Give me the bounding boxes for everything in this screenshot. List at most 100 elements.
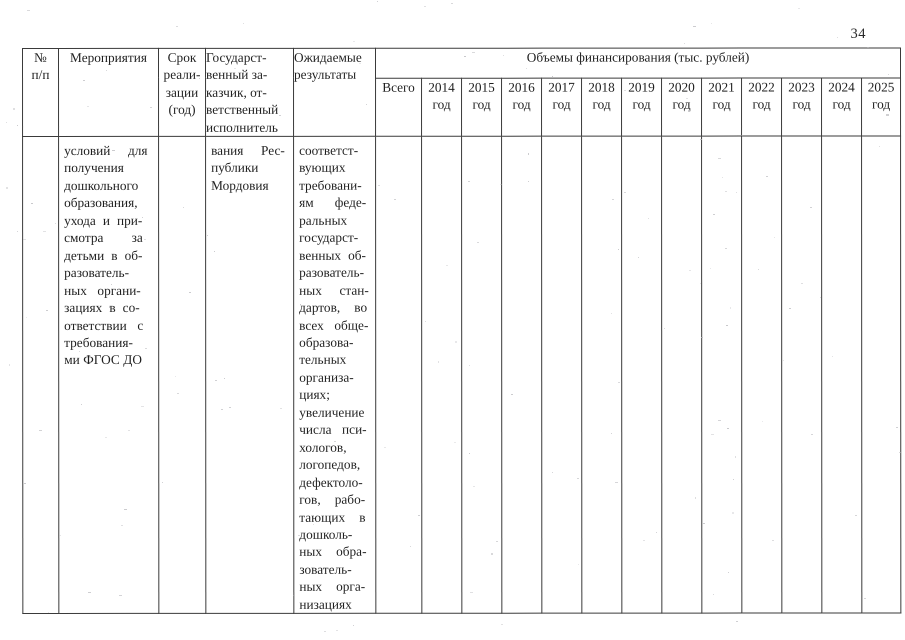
cell-year-2018: [581, 136, 622, 614]
header-year-2022-number: 2022: [748, 79, 775, 95]
text-line: циях;: [299, 387, 330, 403]
header-term-line4: (год): [168, 102, 196, 118]
text-line: ных стан-: [299, 282, 369, 298]
text-line: организа-: [299, 369, 354, 385]
text-line: Мордовия: [211, 177, 269, 193]
header-year-2025-number: 2025: [867, 79, 895, 95]
text-line: смотра за: [64, 230, 143, 246]
header-year-2021: 2021 год: [701, 77, 742, 137]
scan-speckle: [324, 631, 326, 632]
text-line: зациях в со-: [64, 300, 140, 316]
cell-customer: вания Рес-публики Мордовия: [205, 136, 294, 614]
scan-speckle: [377, 1, 378, 2]
cell-measures: условий для получения дошкольного образован…: [58, 136, 159, 614]
cell-year-2025: [861, 135, 901, 614]
header-year-2017: 2017 год: [541, 78, 582, 137]
text-line: ухода и при-: [64, 212, 143, 228]
header-year-2017-word: год: [552, 96, 571, 112]
text-line: публики: [211, 160, 259, 176]
text-line: ных орга-: [299, 579, 366, 595]
header-year-2015: 2015 год: [461, 78, 502, 137]
text-line: условий для: [64, 142, 148, 159]
header-total: Всего: [375, 78, 422, 137]
text-line: ных обра-: [299, 544, 367, 560]
cell-year-2023: [781, 136, 822, 614]
header-measures: Мероприятия: [58, 48, 159, 137]
scan-speckle: [711, 23, 712, 24]
scan-speckle: [451, 3, 453, 4]
text-line: дошкольного: [64, 177, 139, 193]
scan-speckle: [424, 6, 426, 7]
text-line: детьми в об-: [64, 247, 143, 263]
header-year-2015-number: 2015: [468, 79, 495, 95]
header-year-2016-number: 2016: [508, 79, 535, 95]
header-year-2020-number: 2020: [668, 79, 695, 95]
text-line: разователь-: [299, 264, 365, 281]
text-line: дошколь-: [299, 526, 353, 542]
text-line: вания Рес-: [211, 142, 285, 158]
text-line: гов, рабо-: [299, 491, 366, 507]
header-year-2025: 2025 год: [861, 77, 901, 137]
text-line: ям феде-: [299, 195, 367, 211]
header-customer-line1: Государст-: [206, 49, 267, 65]
header-year-2014: 2014 год: [421, 78, 462, 137]
scan-speckle: [736, 621, 738, 622]
header-customer: Государст- венный за- казчик, от- ветств…: [205, 48, 294, 137]
document-table-container: № п/п Мероприятия Срок реали- зации (год…: [22, 47, 901, 614]
scan-speckle: [13, 108, 15, 110]
cell-year-2019: [621, 136, 662, 614]
header-number: № п/п: [22, 48, 59, 137]
header-year-2021-number: 2021: [708, 79, 735, 95]
cell-term: [158, 136, 206, 614]
scan-speckle: [27, 10, 30, 11]
header-year-2023-word: год: [792, 96, 811, 112]
header-year-2018-number: 2018: [588, 79, 615, 95]
text-line: дартов, во: [299, 299, 368, 315]
header-customer-line4: ветственный: [206, 102, 279, 118]
scan-speckle: [6, 187, 8, 189]
scan-speckle: [243, 23, 244, 24]
header-year-2023: 2023 год: [781, 77, 822, 137]
scan-speckle: [798, 8, 800, 9]
text-line: требовани-: [299, 177, 362, 193]
header-term-line1: Срок: [167, 49, 197, 65]
header-term-line2: реали-: [163, 67, 201, 83]
text-line: увеличение: [299, 404, 365, 420]
header-year-2014-number: 2014: [428, 79, 455, 95]
text-line: ных органи-: [64, 282, 141, 298]
header-year-2017-number: 2017: [548, 79, 575, 95]
header-number-line1: №: [34, 49, 47, 65]
text-line: ральных: [299, 212, 348, 228]
cell-year-2014: [421, 136, 462, 614]
header-results-line1: Ожидаемые: [294, 49, 362, 65]
cell-results-text: соответст-вующих требовани-ям феде-ральны…: [294, 137, 375, 613]
header-year-2023-number: 2023: [788, 79, 815, 95]
text-line: ответствии с: [64, 317, 144, 333]
text-line: образова-: [299, 334, 354, 350]
funding-table: № п/п Мероприятия Срок реали- зации (год…: [22, 47, 901, 614]
header-year-2020: 2020 год: [661, 77, 702, 137]
text-line: разователь-: [64, 265, 130, 281]
scan-speckle: [6, 122, 7, 123]
table-header-row-top: № п/п Мероприятия Срок реали- зации (год…: [22, 47, 901, 137]
cell-customer-text: вания Рес-публики Мордовия: [206, 137, 293, 194]
scan-speckle: [17, 125, 18, 126]
table-row: условий для получения дошкольного образован…: [22, 135, 901, 614]
header-customer-line5: исполнитель: [206, 119, 278, 135]
text-line: числа пси-: [299, 422, 367, 438]
header-total-label: Всего: [382, 79, 415, 95]
header-year-2018-word: год: [592, 96, 611, 112]
cell-year-2015: [461, 136, 502, 614]
cell-results: соответст-вующих требовани-ям феде-ральны…: [293, 136, 376, 614]
header-year-2019: 2019 год: [621, 77, 662, 137]
header-year-2021-word: год: [712, 96, 731, 112]
text-line: зователь-: [299, 561, 352, 577]
header-year-2024-number: 2024: [828, 79, 855, 95]
header-year-2016: 2016 год: [501, 78, 542, 137]
text-line: тельных: [299, 352, 347, 368]
header-number-line2: п/п: [31, 67, 50, 83]
text-line: венных об-: [299, 247, 366, 263]
scan-speckle: [501, 624, 503, 625]
cell-year-2021: [701, 136, 742, 614]
text-line: соответст-: [299, 142, 359, 158]
